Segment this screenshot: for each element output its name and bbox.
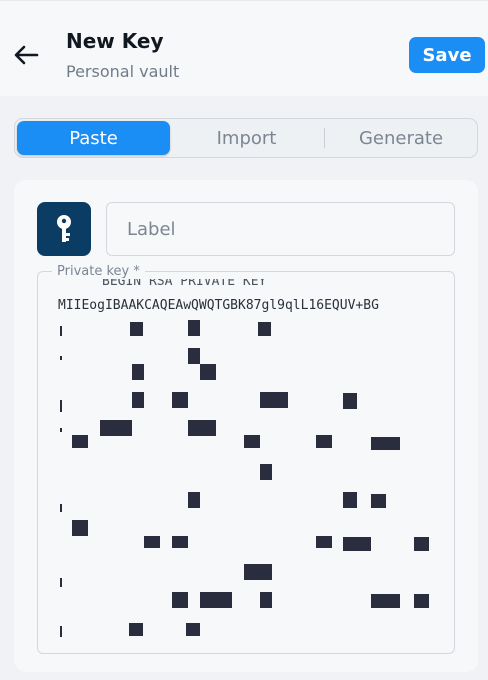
redaction-block (371, 494, 386, 508)
page-title: New Key (66, 29, 164, 53)
redaction-block (316, 536, 332, 548)
redaction-block (188, 348, 200, 364)
key-icon (37, 202, 91, 256)
redaction-block (371, 594, 400, 608)
save-button[interactable]: Save (409, 37, 485, 73)
glyph-fragment (60, 578, 62, 587)
redaction-block (100, 420, 132, 436)
redaction-block (186, 623, 200, 636)
redaction-block (132, 392, 144, 408)
redaction-block (172, 592, 188, 608)
redaction-block (132, 364, 144, 380)
redaction-block (258, 322, 271, 336)
label-input[interactable] (106, 202, 455, 256)
redaction-block (200, 364, 216, 380)
redaction-block (414, 537, 429, 551)
redaction-block (343, 492, 357, 508)
redaction-block (188, 320, 200, 336)
redaction-block (72, 435, 88, 448)
redaction-block (72, 520, 88, 536)
private-key-header-line: BEGIN RSA PRIVATE KEY (102, 279, 267, 289)
redaction-block (343, 393, 357, 409)
glyph-fragment (60, 626, 62, 637)
private-key-first-line: MIIEogIBAAKCAQEAwQWQTGBK87gl9qlL16EQUV+B… (58, 298, 379, 313)
private-key-label: Private key * (52, 264, 145, 279)
redaction-block (130, 322, 143, 336)
source-segmented-control: Paste Import Generate (14, 118, 478, 158)
redaction-block (144, 536, 160, 548)
redaction-block (188, 420, 216, 436)
redaction-block (244, 435, 260, 448)
tab-import[interactable]: Import (170, 121, 323, 155)
redaction-block (414, 594, 429, 608)
back-button[interactable] (10, 39, 42, 71)
redaction-block (172, 536, 188, 548)
redaction-block (188, 492, 200, 508)
redaction-block (172, 392, 188, 408)
redaction-block (371, 437, 400, 450)
glyph-fragment (60, 326, 62, 336)
glyph-fragment (60, 400, 62, 412)
redaction-block (244, 564, 272, 580)
redaction-block (343, 537, 371, 551)
redaction-block (260, 592, 272, 608)
tab-paste[interactable]: Paste (17, 121, 170, 155)
glyph-fragment (60, 504, 62, 512)
redaction-block (129, 623, 143, 636)
top-bar: New Key Personal vault Save (0, 0, 488, 96)
glyph-fragment (60, 356, 62, 360)
redaction-block (260, 464, 272, 480)
glyph-fragment (60, 428, 62, 432)
vault-subtitle: Personal vault (66, 62, 180, 81)
redaction-block (200, 592, 232, 608)
redaction-block (316, 435, 332, 448)
tab-generate[interactable]: Generate (325, 121, 477, 155)
arrow-left-icon (14, 45, 39, 65)
redaction-block (260, 392, 288, 408)
